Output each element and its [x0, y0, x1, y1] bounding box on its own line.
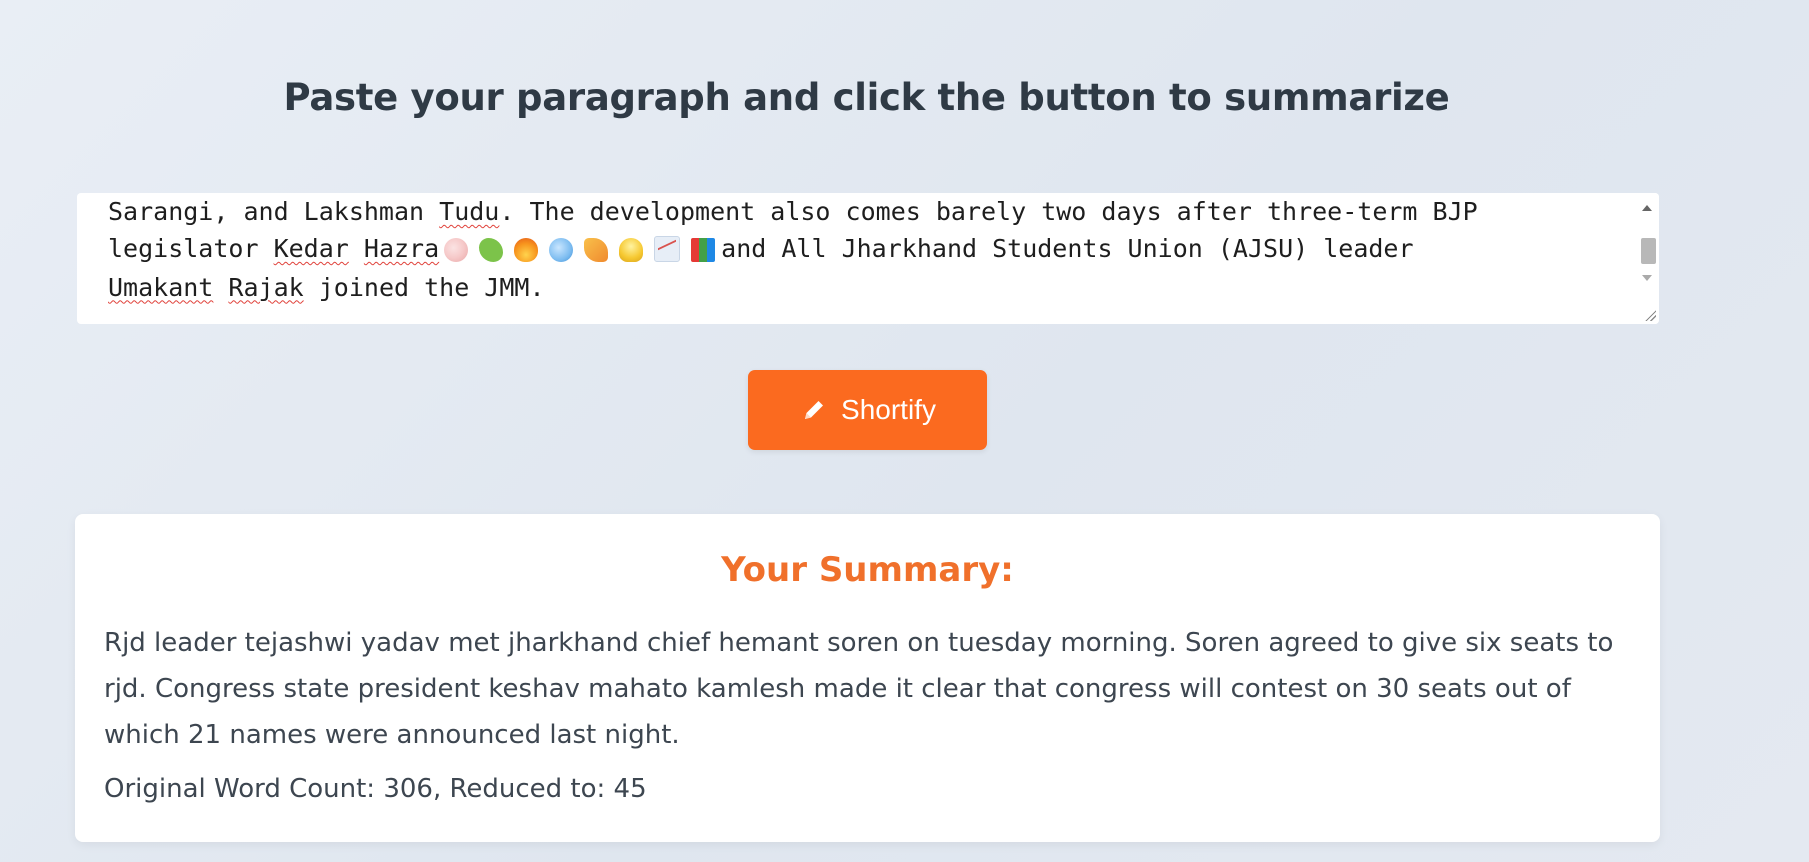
- misspelled-word: Kedar: [273, 234, 349, 263]
- scroll-up-arrow-icon[interactable]: [1642, 205, 1652, 211]
- paragraph-line-3-end: joined the JMM.: [303, 272, 545, 302]
- paragraph-text[interactable]: Sarangi, and Lakshman Tudu. The developm…: [108, 193, 1659, 306]
- fire-icon: [514, 237, 539, 262]
- word-count: Original Word Count: 306, Reduced to: 45: [104, 774, 647, 804]
- globe-icon: [549, 237, 574, 262]
- clover-icon: [479, 237, 504, 262]
- paragraph-textarea[interactable]: Sarangi, and Lakshman Tudu. The developm…: [77, 193, 1659, 324]
- paragraph-line-2-end: and All Jharkhand Students Union (AJSU) …: [721, 234, 1414, 263]
- summary-heading: Your Summary:: [721, 550, 1014, 590]
- paragraph-line-1-start: Sarangi, and Lakshman: [108, 197, 440, 226]
- page-title: Paste your paragraph and click the butto…: [283, 76, 1450, 119]
- scroll-thumb[interactable]: [1641, 238, 1656, 264]
- scroll-down-arrow-icon[interactable]: [1642, 275, 1652, 281]
- palette-icon: [444, 237, 469, 262]
- light-bulb-icon: [619, 237, 644, 262]
- pencil-icon: [799, 395, 829, 425]
- summary-card: Your Summary: Rjd leader tejashwi yadav …: [75, 514, 1660, 842]
- summary-text: Rjd leader tejashwi yadav met jharkhand …: [104, 628, 1614, 750]
- resize-handle-icon[interactable]: [1644, 309, 1656, 321]
- emoji-sequence: [439, 232, 721, 269]
- shortify-button[interactable]: Shortify: [748, 370, 987, 450]
- paragraph-line-1-end: . The development also comes barely two …: [499, 197, 1478, 226]
- pizza-icon: [584, 237, 609, 262]
- textarea-scrollbar[interactable]: [1637, 193, 1659, 324]
- chart-icon: [654, 235, 681, 262]
- misspelled-word: Rajak: [228, 272, 304, 302]
- misspelled-word: Hazra: [363, 234, 440, 263]
- books-icon: [691, 237, 716, 262]
- misspelled-word: Tudu: [439, 197, 500, 226]
- shortify-button-label: Shortify: [841, 394, 936, 425]
- paragraph-line-2-start: legislator: [108, 234, 274, 263]
- misspelled-word: Umakant: [108, 272, 214, 302]
